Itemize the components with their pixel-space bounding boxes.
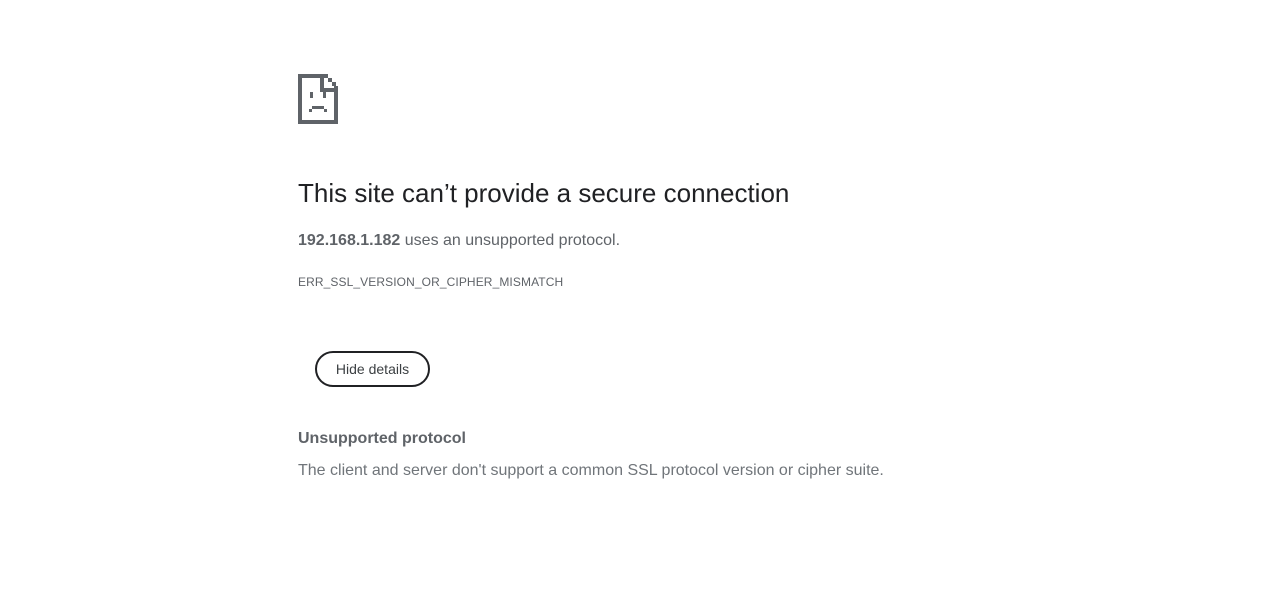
details-text: The client and server don't support a co…: [298, 462, 884, 479]
host-address: 192.168.1.182: [298, 232, 401, 249]
error-code: ERR_SSL_VERSION_OR_CIPHER_MISMATCH: [298, 275, 564, 289]
sad-document-icon: [298, 74, 338, 124]
error-message: 192.168.1.182 uses an unsupported protoc…: [298, 230, 620, 252]
details-heading: Unsupported protocol: [298, 430, 466, 447]
error-message-suffix: uses an unsupported protocol.: [400, 232, 621, 249]
error-page: This site can’t provide a secure connect…: [0, 0, 1280, 614]
hide-details-button[interactable]: Hide details: [315, 351, 430, 387]
page-title: This site can’t provide a secure connect…: [298, 178, 790, 208]
